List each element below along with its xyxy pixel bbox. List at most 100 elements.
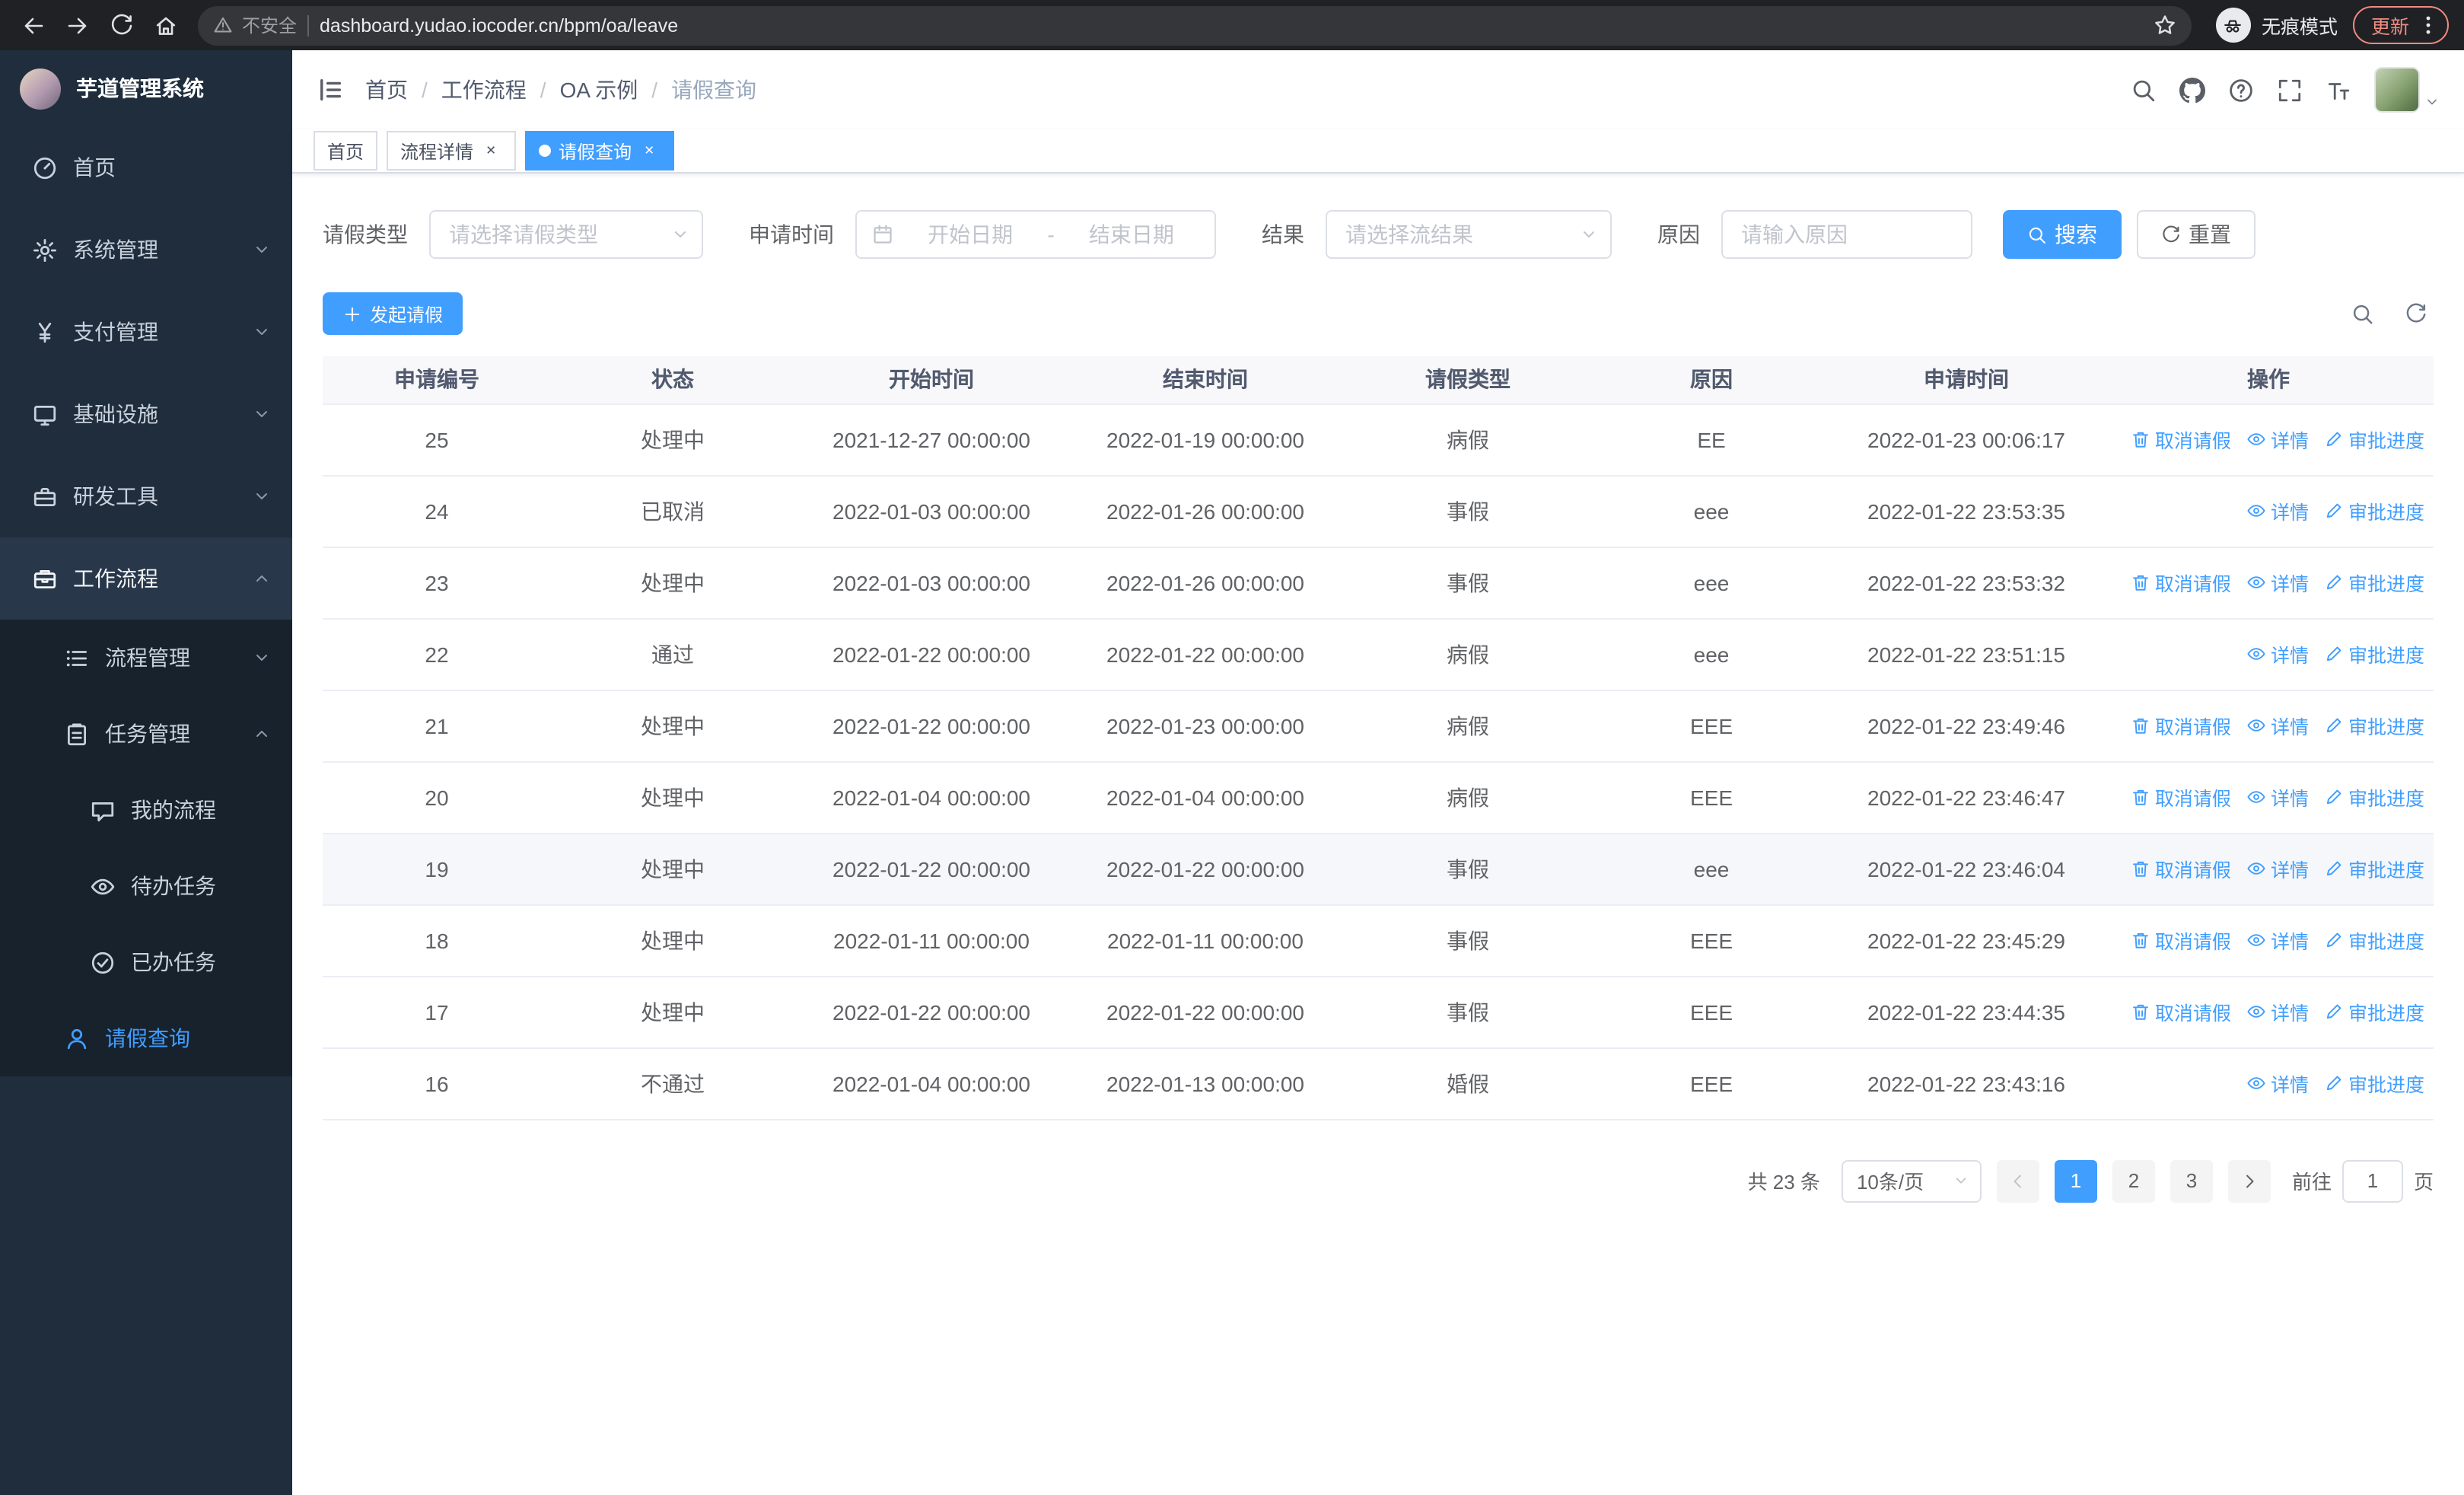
sidebar-item-process-management[interactable]: 流程管理 (0, 620, 292, 696)
detail-action-link[interactable]: 详情 (2246, 783, 2309, 811)
sidebar-item-task-management[interactable]: 任务管理 (0, 696, 292, 772)
fold-menu-icon (320, 78, 342, 101)
refresh-icon[interactable] (2405, 302, 2427, 325)
url-text[interactable]: dashboard.yudao.iocoder.cn/bpm/oa/leave (320, 14, 678, 36)
search-button[interactable]: 搜索 (2003, 210, 2122, 259)
cancel-action-link[interactable]: 取消请假 (2131, 711, 2231, 740)
detail-action-link[interactable]: 详情 (2246, 425, 2309, 454)
detail-action-link[interactable]: 详情 (2246, 639, 2309, 668)
sidebar-item-workflow[interactable]: 工作流程 (0, 537, 292, 620)
github-link-button[interactable] (2179, 77, 2205, 103)
progress-action-link[interactable]: 审批进度 (2324, 425, 2424, 454)
user-icon (67, 1028, 87, 1049)
cancel-action-link[interactable]: 取消请假 (2131, 997, 2231, 1026)
table-cell: 事假 (1342, 904, 1593, 977)
browser-menu-button[interactable] (2417, 14, 2440, 37)
sidebar-item-payment[interactable]: 支付管理 (0, 291, 292, 373)
detail-action-link[interactable]: 详情 (2246, 568, 2309, 597)
page-size-select[interactable]: 10条/页 (1841, 1159, 1982, 1202)
progress-action-link[interactable]: 审批进度 (2324, 926, 2424, 955)
security-chip[interactable]: 不安全 (213, 12, 297, 38)
app-logo[interactable]: 芋道管理系统 (0, 50, 292, 126)
tab-leave-query[interactable]: 请假查询 (525, 131, 675, 171)
page-button-1[interactable]: 1 (2054, 1159, 2097, 1202)
search-icon[interactable] (2351, 302, 2374, 325)
progress-action-link[interactable]: 审批进度 (2324, 997, 2424, 1026)
goto-page-input[interactable] (2341, 1159, 2403, 1202)
progress-action-link[interactable]: 审批进度 (2324, 711, 2424, 740)
table-cell: 2022-01-26 00:00:00 (1068, 547, 1342, 619)
user-menu[interactable] (2374, 67, 2440, 113)
start-date-placeholder[interactable]: 开始日期 (903, 219, 1038, 250)
date-range-picker[interactable]: 开始日期 - 结束日期 (855, 210, 1216, 259)
edit-icon (2326, 575, 2341, 590)
edit-icon (2326, 718, 2341, 733)
home-button[interactable] (145, 5, 186, 46)
progress-action-link[interactable]: 审批进度 (2324, 639, 2424, 668)
progress-action-link[interactable]: 审批进度 (2324, 496, 2424, 525)
detail-action-link[interactable]: 详情 (2246, 926, 2309, 955)
progress-action-link[interactable]: 审批进度 (2324, 1069, 2424, 1098)
page-button-3[interactable]: 3 (2170, 1159, 2213, 1202)
table-cell: 病假 (1342, 690, 1593, 762)
font-size-button[interactable] (2326, 77, 2351, 103)
tab-process-detail[interactable]: 流程详情 (387, 131, 517, 171)
next-page-button[interactable] (2227, 1159, 2271, 1202)
table-cell: 2022-01-22 23:51:15 (1829, 618, 2103, 690)
result-select[interactable]: 请选择流结果 (1326, 210, 1612, 259)
plus-icon (345, 306, 360, 321)
cancel-action-link[interactable]: 取消请假 (2131, 926, 2231, 955)
reason-input[interactable] (1721, 210, 1972, 259)
cancel-action-link[interactable]: 取消请假 (2131, 568, 2231, 597)
reload-button[interactable] (100, 5, 142, 46)
browser-update-button[interactable]: 更新 (2352, 6, 2449, 44)
sidebar-item-home[interactable]: 首页 (0, 126, 292, 209)
tab-home[interactable]: 首页 (314, 131, 378, 171)
sidebar-item-todo-tasks[interactable]: 待办任务 (0, 848, 292, 924)
table-cell: 2022-01-04 00:00:00 (794, 1047, 1068, 1120)
page-button-2[interactable]: 2 (2112, 1159, 2155, 1202)
forward-button[interactable] (56, 5, 97, 46)
eye-icon (2247, 576, 2265, 588)
detail-action-link[interactable]: 详情 (2246, 496, 2309, 525)
progress-action-link[interactable]: 审批进度 (2324, 568, 2424, 597)
cancel-action-link[interactable]: 取消请假 (2131, 783, 2231, 811)
create-leave-button[interactable]: 发起请假 (323, 292, 463, 335)
bookmark-star-button[interactable] (2154, 14, 2176, 37)
end-date-placeholder[interactable]: 结束日期 (1064, 219, 1199, 250)
progress-action-link[interactable]: 审批进度 (2324, 854, 2424, 883)
table-cell: 2022-01-22 23:46:47 (1829, 761, 2103, 834)
back-button[interactable] (12, 5, 53, 46)
close-icon[interactable] (481, 140, 502, 161)
detail-action-link[interactable]: 详情 (2246, 997, 2309, 1026)
detail-action-link[interactable]: 详情 (2246, 711, 2309, 740)
sidebar-item-my-process[interactable]: 我的流程 (0, 772, 292, 848)
col-header-id: 申请编号 (323, 356, 551, 404)
cancel-action-link[interactable]: 取消请假 (2131, 854, 2231, 883)
user-avatar (2374, 67, 2420, 113)
reset-button[interactable]: 重置 (2137, 210, 2255, 259)
sidebar-collapse-button[interactable] (317, 76, 344, 104)
breadcrumb-item[interactable]: OA 示例 (527, 75, 638, 105)
sidebar-item-done-tasks[interactable]: 已办任务 (0, 924, 292, 1000)
filter-label: 原因 (1657, 222, 1700, 247)
progress-action-link[interactable]: 审批进度 (2324, 783, 2424, 811)
sidebar-item-dev-tools[interactable]: 研发工具 (0, 455, 292, 537)
sidebar-item-leave-query[interactable]: 请假查询 (0, 1000, 292, 1076)
address-bar[interactable]: 不安全 dashboard.yudao.iocoder.cn/bpm/oa/le… (198, 5, 2192, 45)
help-button[interactable] (2228, 77, 2254, 103)
close-icon[interactable] (639, 140, 661, 161)
breadcrumb-item[interactable]: 首页 (365, 75, 408, 105)
global-search-button[interactable] (2131, 77, 2157, 103)
sidebar-item-system[interactable]: 系统管理 (0, 209, 292, 291)
detail-action-link[interactable]: 详情 (2246, 1069, 2309, 1098)
sidebar-item-infrastructure[interactable]: 基础设施 (0, 373, 292, 455)
leave-type-select[interactable]: 请选择请假类型 (429, 210, 703, 259)
breadcrumb-item-current: 请假查询 (638, 75, 756, 105)
detail-action-link[interactable]: 详情 (2246, 854, 2309, 883)
fullscreen-button[interactable] (2277, 77, 2303, 103)
prev-page-button[interactable] (1996, 1159, 2039, 1202)
table-cell: 2022-01-13 00:00:00 (1068, 1047, 1342, 1120)
breadcrumb-item[interactable]: 工作流程 (408, 75, 527, 105)
cancel-action-link[interactable]: 取消请假 (2131, 425, 2231, 454)
